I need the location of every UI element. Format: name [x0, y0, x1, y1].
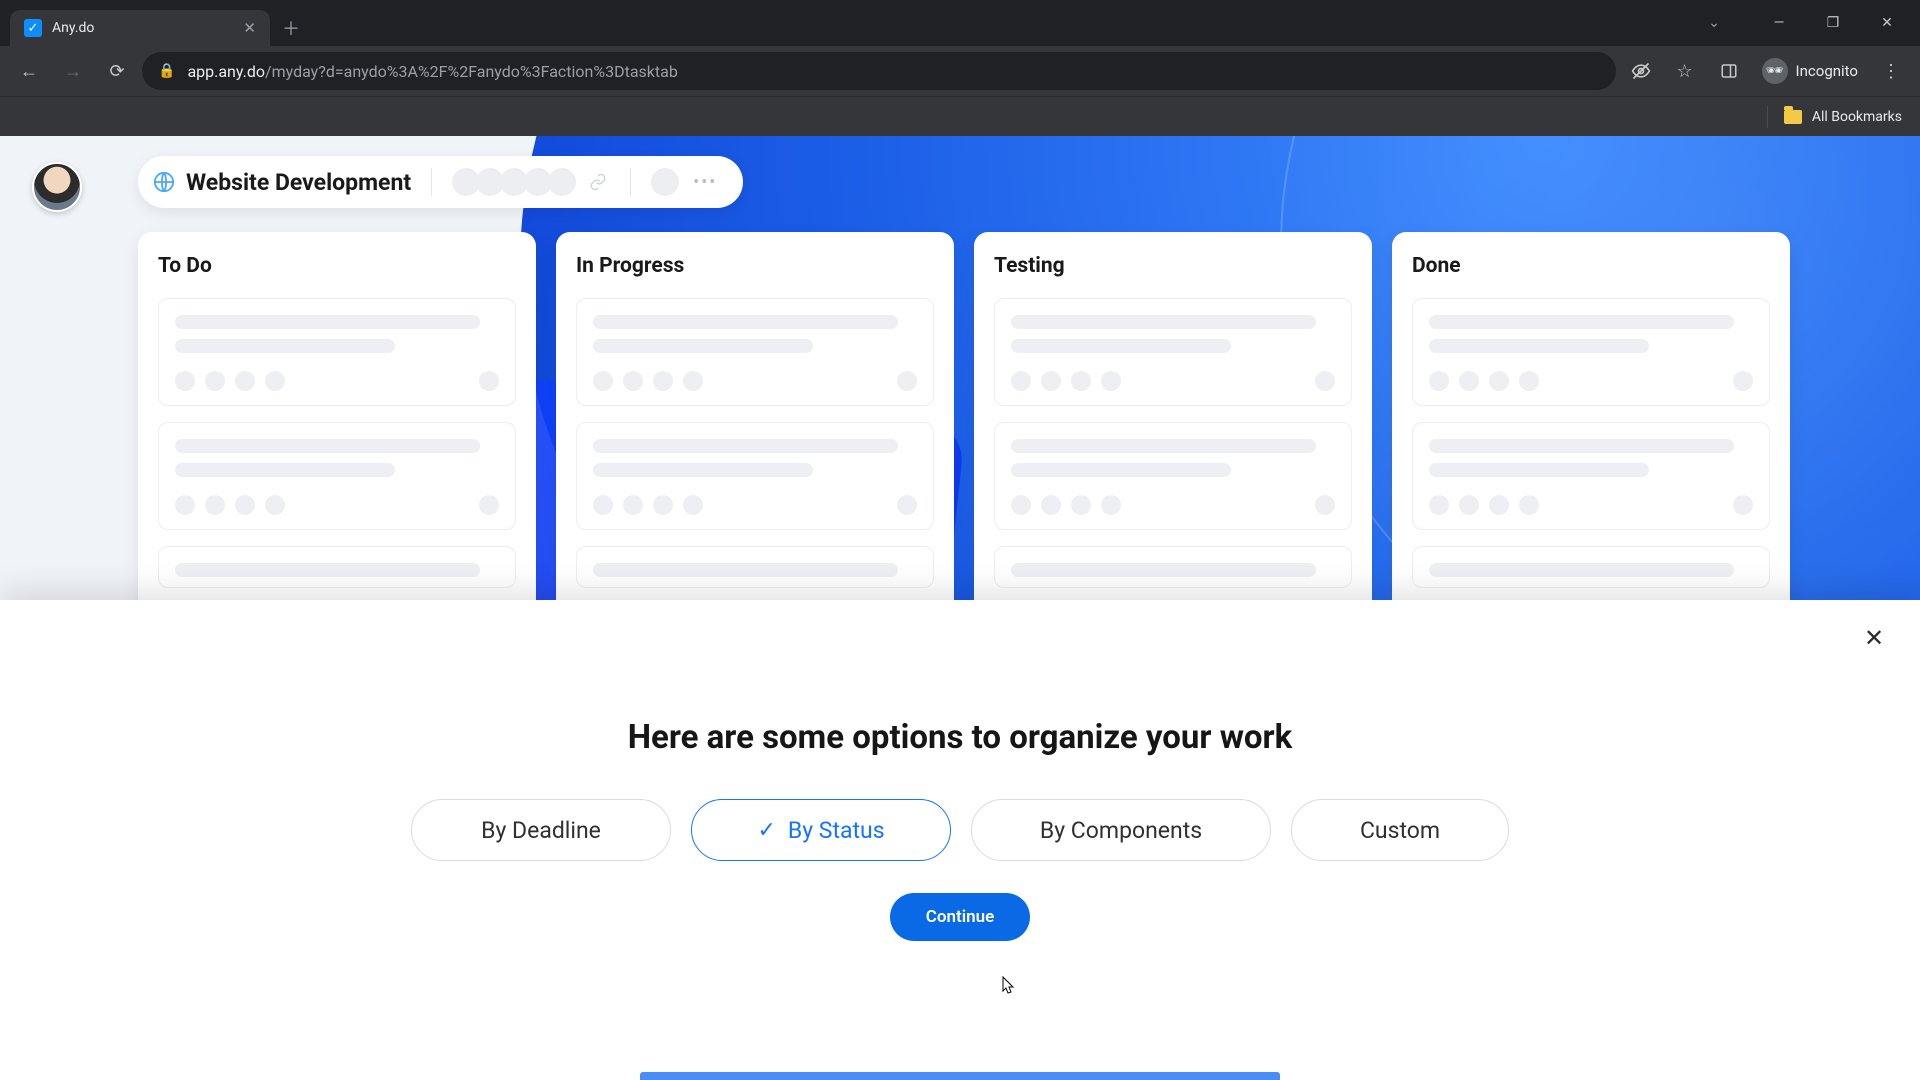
- tab-search-chevron-icon[interactable]: ⌄: [1708, 0, 1720, 46]
- address-bar[interactable]: 🔒 app.any.do/myday?d=anydo%3A%2F%2Fanydo…: [142, 52, 1616, 90]
- nav-back-button[interactable]: ←: [10, 52, 48, 90]
- continue-label: Continue: [926, 907, 995, 927]
- card-placeholder[interactable]: [576, 546, 934, 588]
- url-path: /myday?d=anydo%3A%2F%2Fanydo%3Faction%3D…: [265, 62, 678, 81]
- option-by-components[interactable]: ✓ By Components: [971, 799, 1271, 861]
- option-label: By Components: [1040, 817, 1202, 844]
- browser-menu-icon[interactable]: ⋮: [1872, 52, 1910, 90]
- column-inprogress: In Progress: [556, 232, 954, 624]
- incognito-label: Incognito: [1796, 62, 1858, 80]
- more-icon[interactable]: •••: [689, 172, 721, 193]
- bookmark-star-icon[interactable]: ☆: [1666, 52, 1704, 90]
- option-label: Custom: [1360, 817, 1440, 844]
- lock-icon: 🔒: [158, 63, 175, 79]
- option-label: By Deadline: [481, 817, 601, 844]
- bookmarks-bar: All Bookmarks: [0, 96, 1920, 136]
- column-done: Done: [1392, 232, 1790, 624]
- option-by-deadline[interactable]: ✓ By Deadline: [411, 799, 671, 861]
- board-header: Website Development •••: [138, 156, 743, 208]
- window-minimize-icon[interactable]: ―: [1752, 6, 1806, 40]
- header-action-placeholder[interactable]: [651, 168, 679, 196]
- onboarding-modal: ✕ Here are some options to organize your…: [0, 600, 1920, 1080]
- option-by-status[interactable]: ✓ By Status: [691, 799, 951, 861]
- card-placeholder[interactable]: [994, 546, 1352, 588]
- modal-close-button[interactable]: ✕: [1856, 620, 1892, 656]
- card-placeholder[interactable]: [1412, 546, 1770, 588]
- check-icon: ✓: [757, 818, 775, 843]
- link-icon[interactable]: [586, 170, 610, 194]
- app-viewport: Website Development ••• To Do In Progres…: [0, 136, 1920, 1080]
- card-placeholder[interactable]: [994, 298, 1352, 406]
- close-tab-icon[interactable]: ✕: [243, 19, 256, 37]
- board-title: Website Development: [186, 169, 411, 196]
- bookmarks-folder-icon: [1784, 110, 1802, 124]
- url-domain: app.any.do: [187, 62, 265, 81]
- tracking-off-icon[interactable]: [1622, 52, 1660, 90]
- card-placeholder[interactable]: [158, 546, 516, 588]
- tab-favicon: ✓: [24, 19, 42, 37]
- header-separator-2: [630, 168, 631, 196]
- browser-tab-strip: ✓ Any.do ✕ ＋ ⌄ ― ❐ ✕: [0, 0, 1920, 46]
- board-columns: To Do In Progress Testin: [138, 232, 1790, 624]
- header-separator: [431, 168, 432, 196]
- tab-title: Any.do: [52, 20, 94, 36]
- browser-tab-active[interactable]: ✓ Any.do ✕: [10, 10, 270, 46]
- browser-toolbar: ← → ⟳ 🔒 app.any.do/myday?d=anydo%3A%2F%2…: [0, 46, 1920, 96]
- option-label: By Status: [788, 817, 885, 844]
- organize-options: ✓ By Deadline ✓ By Status ✓ By Component…: [0, 799, 1920, 861]
- continue-button[interactable]: Continue: [890, 893, 1030, 941]
- column-testing: Testing: [974, 232, 1372, 624]
- modal-title: Here are some options to organize your w…: [0, 718, 1920, 757]
- members-placeholder[interactable]: [452, 168, 576, 196]
- window-maximize-icon[interactable]: ❐: [1806, 6, 1860, 40]
- incognito-icon: 🕶: [1762, 58, 1788, 84]
- card-placeholder[interactable]: [158, 298, 516, 406]
- card-placeholder[interactable]: [576, 422, 934, 530]
- nav-forward-button[interactable]: →: [54, 52, 92, 90]
- window-controls: ― ❐ ✕: [1752, 0, 1914, 46]
- card-placeholder[interactable]: [1412, 422, 1770, 530]
- bookmarks-separator: [1767, 106, 1768, 128]
- nav-reload-button[interactable]: ⟳: [98, 52, 136, 90]
- window-close-icon[interactable]: ✕: [1860, 6, 1914, 40]
- mouse-cursor-icon: [997, 976, 1015, 1003]
- globe-icon: [152, 170, 176, 194]
- column-title: In Progress: [576, 254, 934, 278]
- column-title: Testing: [994, 254, 1352, 278]
- card-placeholder[interactable]: [158, 422, 516, 530]
- option-custom[interactable]: ✓ Custom: [1291, 799, 1509, 861]
- card-placeholder[interactable]: [994, 422, 1352, 530]
- side-panel-icon[interactable]: [1710, 52, 1748, 90]
- column-title: Done: [1412, 254, 1770, 278]
- card-placeholder[interactable]: [1412, 298, 1770, 406]
- user-avatar[interactable]: [32, 162, 82, 212]
- column-todo: To Do: [138, 232, 536, 624]
- new-tab-button[interactable]: ＋: [270, 10, 312, 46]
- progress-indicator: [640, 1072, 1280, 1080]
- column-title: To Do: [158, 254, 516, 278]
- incognito-indicator[interactable]: 🕶 Incognito: [1754, 58, 1866, 84]
- card-placeholder[interactable]: [576, 298, 934, 406]
- all-bookmarks-link[interactable]: All Bookmarks: [1812, 109, 1902, 125]
